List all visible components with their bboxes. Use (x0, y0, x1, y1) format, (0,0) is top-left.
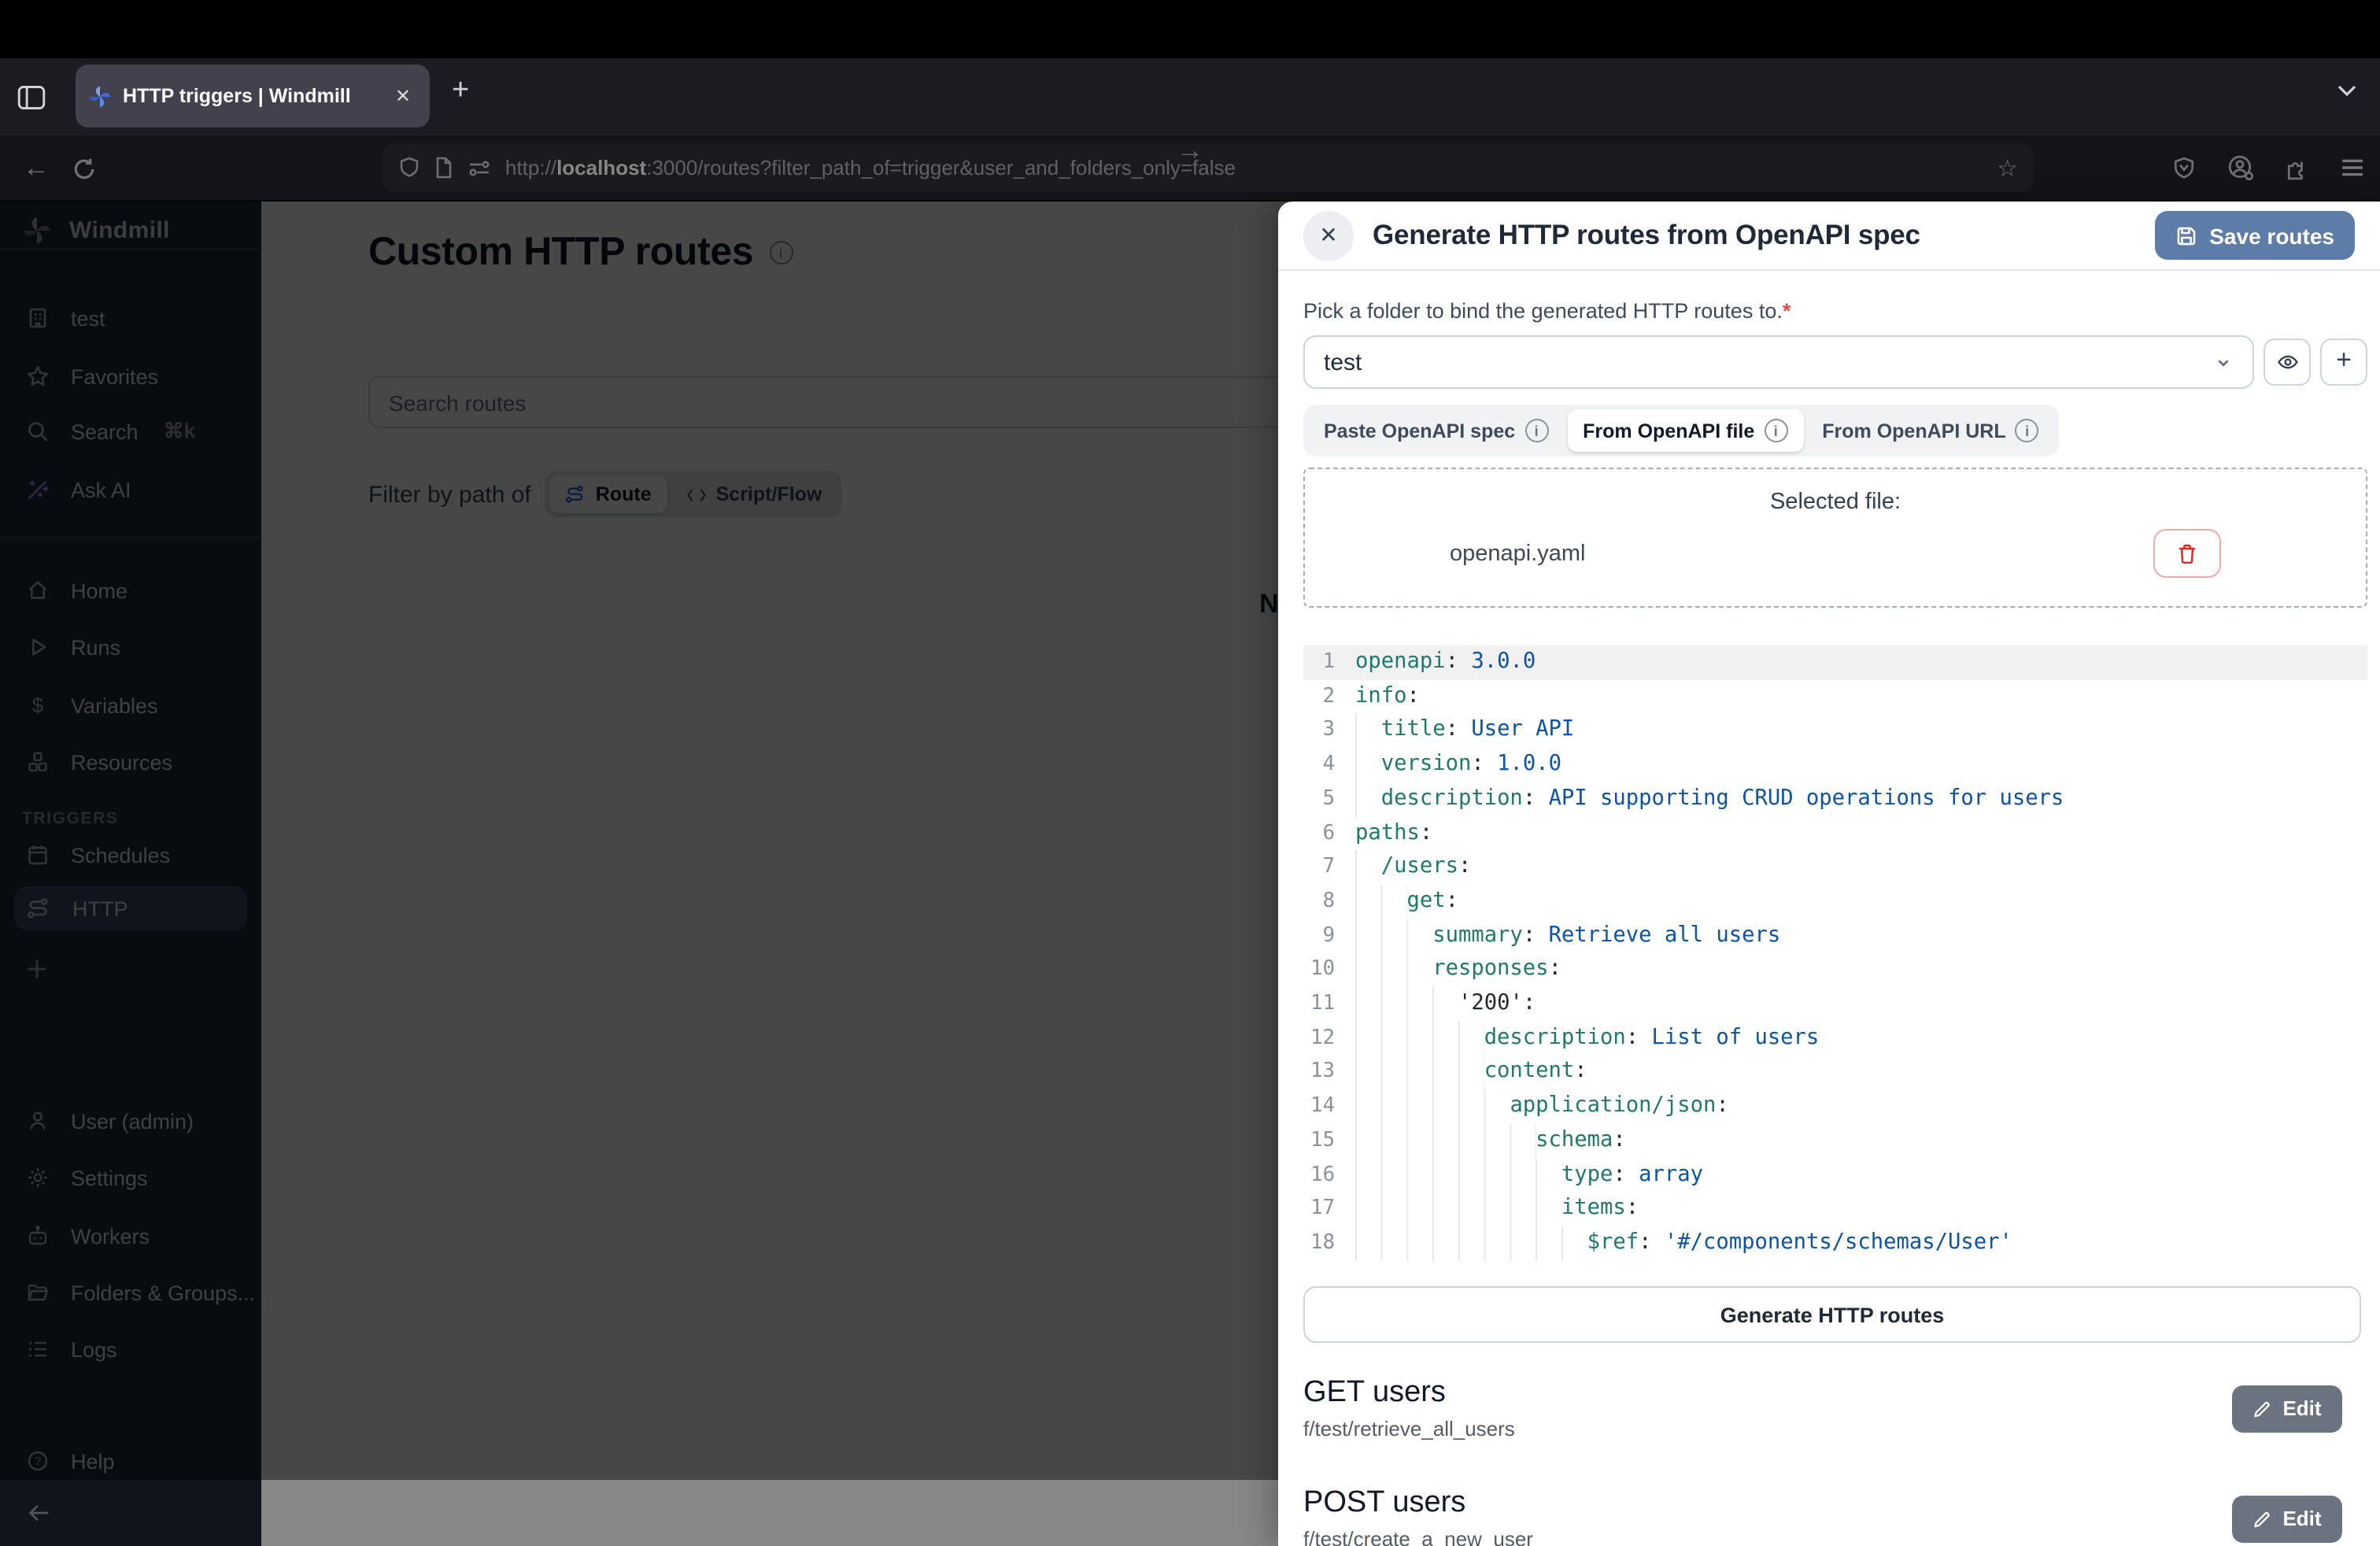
code-line: 9 summary: Retrieve all users (1303, 919, 2367, 952)
edit-route-button[interactable]: Edit (2232, 1495, 2342, 1542)
code-line: 2info: (1303, 679, 2367, 713)
tab-favicon-windmill-icon (88, 84, 112, 108)
code-line: 18 $ref: '#/components/schemas/User' (1303, 1226, 2367, 1260)
new-tab-button[interactable]: + (452, 74, 469, 109)
route-info: POST users f/test/create_a_new_user (1303, 1486, 1533, 1546)
tab-title: HTTP triggers | Windmill (123, 85, 378, 107)
edit-route-button[interactable]: Edit (2232, 1385, 2342, 1432)
code-line: 4 version: 1.0.0 (1303, 748, 2367, 782)
workspace: Windmill test Favorites Search ⌘k Ask AI (0, 202, 2380, 1546)
required-asterisk: * (1783, 299, 1791, 323)
code-line: 10 responses: (1303, 953, 2367, 987)
info-icon: i (1764, 419, 1787, 442)
close-button[interactable]: ✕ (1303, 210, 1354, 261)
folder-select-value: test (1324, 349, 1362, 375)
code-line: 14 application/json: (1303, 1089, 2367, 1123)
tab-paste-openapi-spec[interactable]: Paste OpenAPI spec i (1308, 409, 1564, 452)
add-folder-button[interactable]: + (2320, 338, 2367, 386)
info-icon: i (2016, 419, 2039, 442)
tab-sidebar-icon[interactable] (17, 84, 46, 109)
pencil-icon (2252, 1399, 2271, 1418)
route-path: f/test/retrieve_all_users (1303, 1417, 1515, 1441)
code-line: 1openapi: 3.0.0 (1303, 645, 2367, 679)
selected-file-name: openapi.yaml (1450, 541, 1586, 566)
browser-tab[interactable]: HTTP triggers | Windmill ✕ (76, 65, 430, 128)
openapi-source-tabs: Paste OpenAPI spec i From OpenAPI file i… (1303, 405, 2060, 457)
folder-field-label: Pick a folder to bind the generated HTTP… (1303, 299, 2367, 323)
eye-icon (2275, 351, 2299, 373)
folder-select[interactable]: test (1303, 335, 2254, 389)
plus-icon: + (2336, 345, 2352, 376)
generated-route-row: GET users f/test/retrieve_all_users Edit (1303, 1376, 2342, 1441)
remove-file-button[interactable] (2153, 529, 2221, 578)
tab-from-openapi-url[interactable]: From OpenAPI URL i (1806, 409, 2054, 452)
view-folder-button[interactable] (2264, 338, 2311, 386)
code-line: 6paths: (1303, 816, 2367, 850)
route-path: f/test/create_a_new_user (1303, 1527, 1533, 1546)
route-name: POST users (1303, 1486, 1533, 1521)
route-name: GET users (1303, 1376, 1515, 1411)
tab-close-icon[interactable]: ✕ (389, 82, 417, 110)
window-top-strip (0, 0, 2380, 58)
info-icon: i (1524, 419, 1548, 442)
code-line: 12 description: List of users (1303, 1021, 2367, 1055)
pencil-icon (2252, 1509, 2271, 1528)
code-editor[interactable]: 1openapi: 3.0.0 2info: 3 title: User API… (1303, 645, 2367, 1272)
drawer-generate-routes: ✕ Generate HTTP routes from OpenAPI spec… (1278, 202, 2380, 1546)
selected-file-row: openapi.yaml (1305, 529, 2366, 578)
generate-routes-button[interactable]: Generate HTTP routes (1303, 1286, 2361, 1343)
app-root: HTTP triggers | Windmill ✕ + ← → http://… (0, 0, 2380, 1546)
folder-select-row: test + (1303, 335, 2367, 389)
tab-from-openapi-file[interactable]: From OpenAPI file i (1567, 409, 1803, 452)
generated-route-row: POST users f/test/create_a_new_user Edit (1303, 1486, 2342, 1546)
trash-icon (2177, 542, 2197, 564)
chevron-down-icon (2213, 352, 2234, 372)
code-line: 16 type: array (1303, 1158, 2367, 1192)
code-line: 13 content: (1303, 1056, 2367, 1089)
code-line: 5 description: API supporting CRUD opera… (1303, 782, 2367, 816)
browser-nav-bar: ← → http://localhost:3000/routes?filter_… (0, 135, 2380, 202)
save-routes-button[interactable]: Save routes (2154, 211, 2355, 260)
code-line: 7 /users: (1303, 850, 2367, 884)
drawer-title: Generate HTTP routes from OpenAPI spec (1373, 219, 2135, 252)
save-icon (2175, 224, 2197, 246)
code-line: 17 items: (1303, 1193, 2367, 1226)
selected-file-label: Selected file: (1305, 490, 2366, 515)
drawer-header: ✕ Generate HTTP routes from OpenAPI spec… (1278, 202, 2380, 271)
code-line: 8 get: (1303, 885, 2367, 919)
selected-file-box: Selected file: openapi.yaml (1303, 468, 2367, 608)
drawer-body: Pick a folder to bind the generated HTTP… (1278, 271, 2380, 1546)
route-info: GET users f/test/retrieve_all_users (1303, 1376, 1515, 1441)
browser-tab-bar: HTTP triggers | Windmill ✕ + (0, 58, 2380, 135)
list-all-tabs-icon[interactable] (2336, 83, 2358, 98)
code-line: 15 schema: (1303, 1124, 2367, 1158)
code-line: 11 '200': (1303, 987, 2367, 1021)
code-line: 3 title: User API (1303, 714, 2367, 748)
